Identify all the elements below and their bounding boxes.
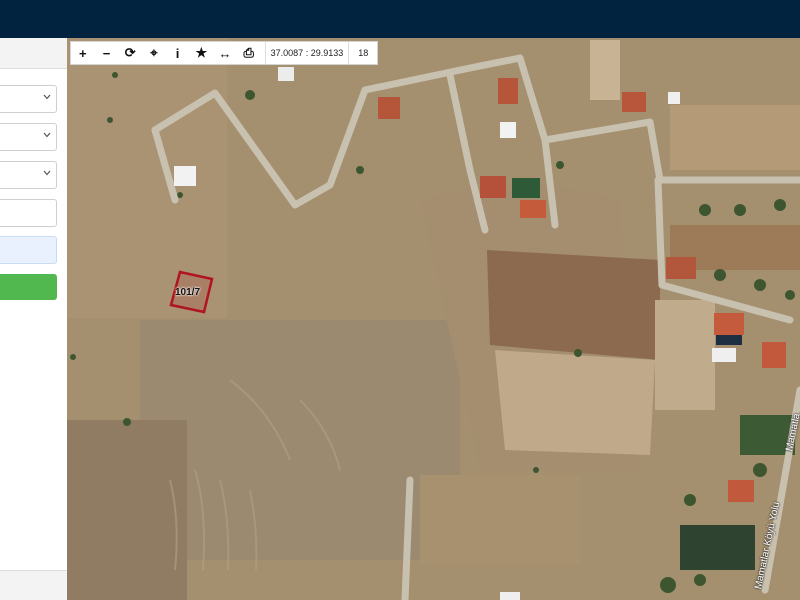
zoom-out-icon: − [102,45,111,61]
zoom-level-readout: 18 [358,48,369,58]
parcel-number-input[interactable] [0,199,57,227]
map-imagery [67,38,800,600]
sidebar-header [0,38,67,69]
refresh-button[interactable]: ⟳ [118,42,142,64]
coordinate-readout: 37.0087 : 29.9133 [264,42,350,64]
sidebar-footer [0,570,67,600]
neighborhood-select[interactable] [0,161,57,189]
favorite-button[interactable]: ★ [189,42,213,64]
print-icon: ⎙ [243,45,254,60]
province-select[interactable] [0,85,57,113]
query-button[interactable] [0,274,57,300]
chevron-down-icon [43,132,51,138]
map-toolbar: + − ⟳ ⌖ i ★ ↔ ⎙ 37.0087 : 29.9133 18 [70,41,378,65]
chevron-down-icon [43,170,51,176]
star-icon: ★ [195,45,208,60]
measure-button[interactable]: ↔ [213,42,237,64]
chevron-down-icon [43,94,51,100]
zoom-in-icon: + [79,45,87,61]
zoom-out-button[interactable]: − [95,42,119,64]
info-button[interactable]: i [166,42,190,64]
locate-icon: ⌖ [150,45,158,60]
locate-button[interactable]: ⌖ [142,42,166,64]
district-select[interactable] [0,123,57,151]
parcel-label: 101/7 [175,287,201,298]
satellite-map[interactable] [67,38,800,600]
refresh-icon: ⟳ [124,45,136,60]
print-button[interactable]: ⎙ [237,42,261,64]
top-navigation-bar [0,0,800,38]
info-box [0,236,57,264]
plowed-field [487,250,660,360]
sidebar-panel [0,38,68,600]
measure-icon: ↔ [218,45,232,61]
info-icon: i [175,45,180,61]
zoom-in-button[interactable]: + [71,42,95,64]
